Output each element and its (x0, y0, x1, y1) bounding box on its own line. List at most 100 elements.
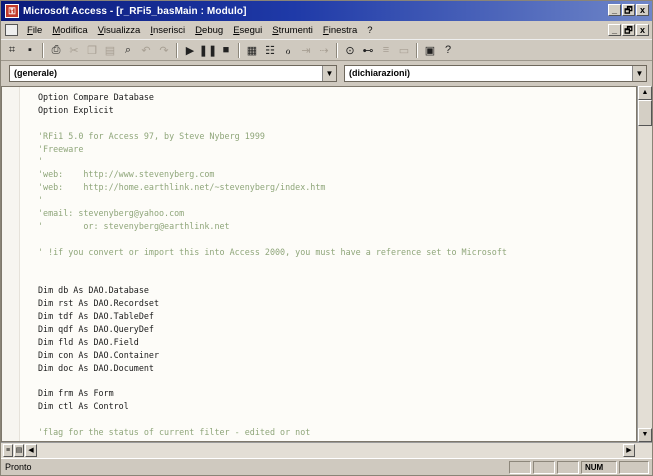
help-icon[interactable]: ? (440, 42, 456, 58)
menu-strumenti[interactable]: Strumenti (267, 25, 318, 36)
child-minimize-button[interactable]: _ (608, 24, 621, 36)
object-combo[interactable]: (generale) ▼ (9, 65, 337, 82)
child-window-controls: _ 🗗 x (608, 24, 649, 36)
vertical-scrollbar[interactable]: ▲ ▼ (637, 86, 652, 442)
code-comment-line: ' !if you convert or import this into Ac… (38, 246, 507, 257)
close-button[interactable]: x (636, 4, 649, 16)
status-cell-empty (533, 460, 555, 474)
child-restore-button[interactable]: 🗗 (622, 24, 635, 36)
code-line: Dim db As DAO.Database (38, 285, 149, 296)
cut-icon[interactable]: ✂ (66, 42, 82, 58)
code-line: Dim tdf As DAO.TableDef (38, 311, 154, 322)
procedure-combo[interactable]: (dichiarazioni) ▼ (344, 65, 647, 82)
code-line: Dim ctl As Control (38, 401, 129, 412)
module-document-icon[interactable] (5, 24, 18, 36)
breakpoint-icon[interactable]: ⊙ (342, 42, 358, 58)
access-window: ⚿ Microsoft Access - [r_RFi5_basMain : M… (0, 0, 653, 476)
procedure-view-icon[interactable]: ≡ (3, 444, 13, 457)
status-cells: NUM (509, 460, 649, 474)
toolbar-separator (42, 42, 44, 58)
toolbar-separator (416, 42, 418, 58)
menu-modifica[interactable]: Modifica (47, 25, 92, 36)
paste-icon[interactable]: ▤ (102, 42, 118, 58)
code-line: Option Explicit (38, 104, 114, 115)
breakpoint-margin[interactable] (2, 87, 20, 441)
view-access-icon[interactable]: ⌗ (4, 42, 20, 58)
procedure-combo-value: (dichiarazioni) (349, 68, 411, 78)
find-icon[interactable]: ⌕ (120, 42, 136, 58)
horizontal-scrollbar[interactable]: ≡ ▤ ◀ ▶ (1, 442, 652, 458)
num-lock-indicator: NUM (581, 460, 617, 474)
toolbar-separator (336, 42, 338, 58)
code-comment-line: ' or: stevenyberg@earthlink.net (38, 220, 230, 231)
code-line: Option Compare Database (38, 92, 154, 102)
code-combo-row: (generale) ▼ (dichiarazioni) ▼ (1, 63, 652, 85)
window-controls: _ 🗗 x (608, 4, 649, 16)
code-comment-line: 'RFi1 5.0 for Access 97, by Steve Nyberg… (38, 130, 265, 141)
menu-inserisci[interactable]: Inserisci (145, 25, 190, 36)
save-icon[interactable]: ▪ (22, 42, 38, 58)
step-icon[interactable]: ⇥ (298, 42, 314, 58)
status-text: Pronto (5, 462, 32, 472)
break-icon[interactable]: ❚❚ (199, 42, 217, 58)
step-over-icon[interactable]: ⇢ (316, 42, 332, 58)
undo-icon[interactable]: ↶ (138, 42, 154, 58)
view-buttons: ≡ ▤ (3, 444, 24, 457)
chevron-down-icon[interactable]: ▼ (322, 66, 336, 81)
access-key-icon[interactable]: ⚿ (5, 4, 19, 18)
restore-button[interactable]: 🗗 (622, 4, 635, 16)
code-line: Dim doc As DAO.Document (38, 362, 154, 373)
object-combo-value: (generale) (14, 68, 58, 78)
redo-icon[interactable]: ↷ (156, 42, 172, 58)
design-mode-icon[interactable]: ▦ (244, 42, 260, 58)
code-line: Dim qdf As DAO.QueryDef (38, 324, 154, 335)
reset-icon[interactable]: ■ (218, 42, 234, 58)
scroll-right-icon[interactable]: ▶ (623, 444, 635, 457)
status-cell-empty (619, 460, 649, 474)
module-view-icon[interactable]: ▤ (14, 444, 24, 457)
run-icon[interactable]: ▶ (182, 42, 198, 58)
properties-icon[interactable]: ▣ (422, 42, 438, 58)
code-lines: Option Compare Database Option Explicit 'R… (38, 91, 636, 439)
code-line: Dim frm As Form (38, 388, 114, 399)
menu-esegui[interactable]: Esegui (228, 25, 267, 36)
code-editor[interactable]: Option Compare Database Option Explicit 'R… (1, 86, 637, 442)
code-comment-line: ' (38, 195, 44, 206)
scroll-down-icon[interactable]: ▼ (638, 428, 652, 442)
code-line: Dim fld As DAO.Field (38, 336, 139, 347)
code-line: Dim rst As DAO.Recordset (38, 298, 160, 309)
child-close-button[interactable]: x (636, 24, 649, 36)
scroll-up-icon[interactable]: ▲ (638, 86, 652, 100)
code-comment-line: 'web: http://www.stevenyberg.com (38, 169, 215, 180)
chevron-down-icon[interactable]: ▼ (632, 66, 646, 81)
menu-help[interactable]: ? (362, 25, 377, 36)
menu-debug[interactable]: Debug (190, 25, 228, 36)
toolbar-separator (176, 42, 178, 58)
object-browser-icon[interactable]: ☷ (262, 42, 278, 58)
menu-visualizza[interactable]: Visualizza (93, 25, 146, 36)
code-comment-line: 'email: stevenyberg@yahoo.com (38, 208, 185, 219)
menu-file[interactable]: File (22, 25, 47, 36)
immediate-icon[interactable]: ▭ (396, 42, 412, 58)
menu-finestra[interactable]: Finestra (318, 25, 362, 36)
watch-icon[interactable]: ℴ (280, 42, 296, 58)
code-line: Dim con As DAO.Container (38, 349, 160, 360)
scroll-thumb[interactable] (638, 100, 652, 126)
copy-icon[interactable]: ❐ (84, 42, 100, 58)
status-bar: Pronto NUM (1, 458, 652, 475)
title-bar[interactable]: ⚿ Microsoft Access - [r_RFi5_basMain : M… (1, 1, 652, 21)
call-stack-icon[interactable]: ≡ (378, 42, 394, 58)
status-cell-empty (509, 460, 531, 474)
toolbar: ⌗ ▪ ⎙ ✂ ❐ ▤ ⌕ ↶ ↷ ▶ ❚❚ ■ ▦ ☷ ℴ ⇥ ⇢ ⊙ ⊷ ≡… (1, 39, 652, 61)
print-icon[interactable]: ⎙ (48, 42, 64, 58)
scroll-left-icon[interactable]: ◀ (25, 444, 37, 457)
quick-watch-icon[interactable]: ⊷ (360, 42, 376, 58)
code-comment-line: 'flag for the status of current filter -… (38, 427, 311, 438)
menu-bar: File Modifica Visualizza Inserisci Debug… (1, 21, 652, 39)
minimize-button[interactable]: _ (608, 4, 621, 16)
